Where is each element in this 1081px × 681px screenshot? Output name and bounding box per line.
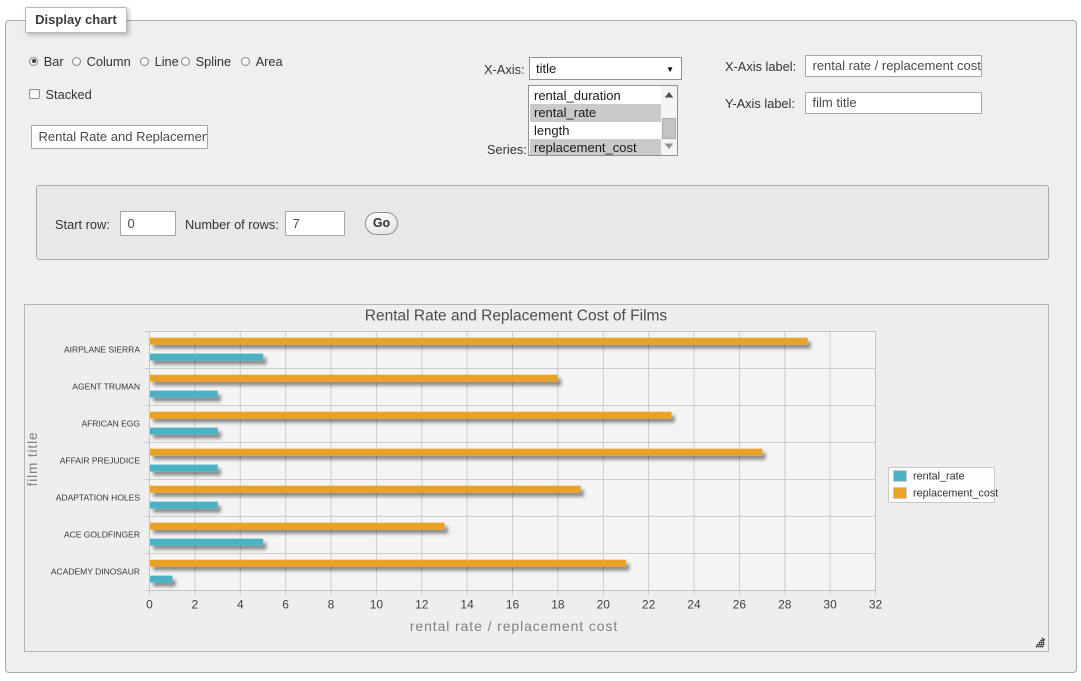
svg-text:ACE GOLDFINGER: ACE GOLDFINGER [64,529,140,539]
svg-text:30: 30 [823,598,837,612]
svg-text:ACADEMY DINOSAUR: ACADEMY DINOSAUR [51,566,140,576]
svg-text:10: 10 [370,598,384,612]
svg-text:film title: film title [25,432,40,487]
svg-text:14: 14 [460,598,474,612]
svg-text:12: 12 [415,598,429,612]
svg-text:24: 24 [687,598,701,612]
svg-text:0: 0 [146,598,153,612]
svg-text:AFFAIR PREJUDICE: AFFAIR PREJUDICE [60,455,141,465]
svg-text:replacement_cost: replacement_cost [913,488,998,500]
svg-text:AIRPLANE SIERRA: AIRPLANE SIERRA [64,344,140,354]
svg-text:rental rate / replacement cost: rental rate / replacement cost [410,618,618,634]
svg-text:2: 2 [192,598,199,612]
svg-text:22: 22 [642,598,656,612]
svg-text:rental_rate: rental_rate [913,471,965,483]
svg-text:26: 26 [733,598,747,612]
svg-text:AGENT TRUMAN: AGENT TRUMAN [72,381,140,391]
svg-text:6: 6 [282,598,289,612]
svg-text:4: 4 [237,598,244,612]
svg-text:20: 20 [597,598,611,612]
svg-text:Rental Rate and Replacement Co: Rental Rate and Replacement Cost of Film… [365,307,668,324]
svg-text:32: 32 [869,598,883,612]
svg-text:8: 8 [328,598,335,612]
svg-text:16: 16 [506,598,520,612]
svg-text:28: 28 [778,598,792,612]
svg-text:18: 18 [551,598,565,612]
svg-text:AFRICAN EGG: AFRICAN EGG [81,418,140,428]
svg-text:ADAPTATION HOLES: ADAPTATION HOLES [56,492,141,502]
